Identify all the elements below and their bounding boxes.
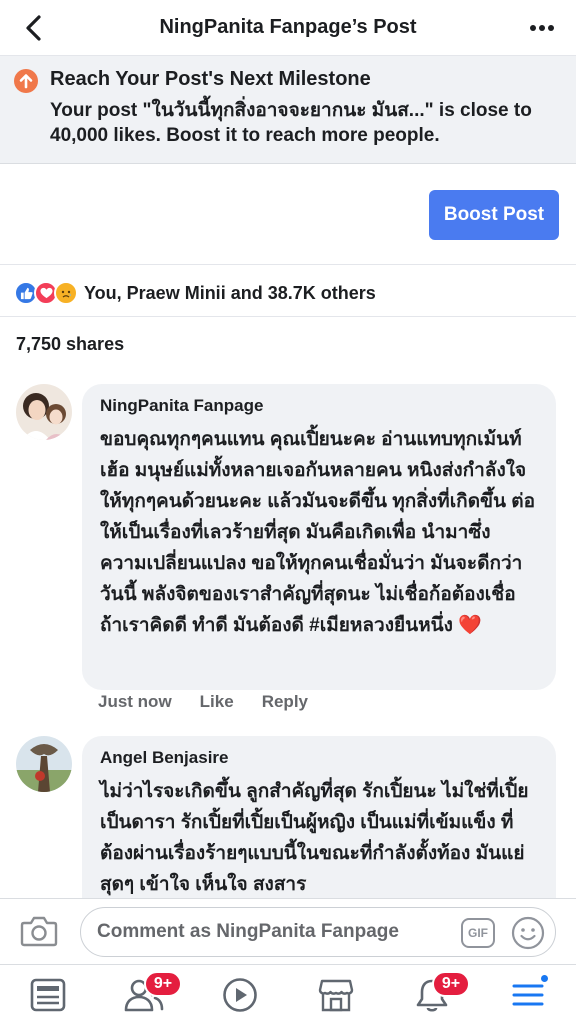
- emoji-button[interactable]: [511, 916, 545, 950]
- bottom-navigation: 9+ 9+: [0, 964, 576, 1024]
- nav-menu[interactable]: [508, 973, 550, 1015]
- divider: [0, 264, 576, 265]
- comment-author[interactable]: Angel Benjasire: [100, 748, 229, 768]
- camera-icon: [20, 916, 58, 947]
- camera-button[interactable]: [20, 913, 58, 949]
- avatar[interactable]: [16, 384, 72, 440]
- gif-button[interactable]: GIF: [461, 918, 495, 948]
- menu-icon: [512, 984, 544, 1006]
- marketplace-icon: [318, 979, 354, 1012]
- boost-post-button[interactable]: Boost Post: [429, 190, 559, 240]
- page-title: NingPanita Fanpage’s Post: [159, 16, 417, 38]
- more-options-button[interactable]: [528, 14, 556, 42]
- top-bar: NingPanita Fanpage’s Post: [0, 0, 576, 56]
- friends-badge: 9+: [144, 971, 182, 997]
- like-button[interactable]: Like: [200, 692, 234, 712]
- sad-reaction-icon: [54, 281, 78, 305]
- menu-indicator-dot: [539, 973, 550, 984]
- comment-bubble: NingPanita Fanpage ขอบคุณทุกๆคนแทน คุณเป…: [82, 384, 556, 690]
- nav-news-feed[interactable]: [28, 975, 68, 1015]
- reactions-summary[interactable]: You, Praew Minii and 38.7K others: [14, 281, 376, 305]
- reply-button[interactable]: Reply: [262, 692, 308, 712]
- comment-text: ขอบคุณทุกๆคนแทน คุณเปิ้ยนะคะ อ่านแทบทุกเ…: [100, 429, 536, 636]
- notifications-badge: 9+: [432, 971, 470, 997]
- avatar[interactable]: [16, 736, 72, 792]
- comment-actions: Just now Like Reply: [98, 692, 308, 712]
- comment-input[interactable]: Comment as NingPanita Fanpage GIF: [80, 907, 556, 957]
- reactions-text: You, Praew Minii and 38.7K others: [84, 282, 376, 303]
- divider: [0, 316, 576, 317]
- nav-watch[interactable]: [220, 975, 260, 1015]
- back-button[interactable]: [18, 12, 50, 44]
- comment-author[interactable]: NingPanita Fanpage: [100, 396, 263, 416]
- nav-notifications[interactable]: 9+: [412, 971, 470, 1015]
- milestone-description: Your post "ในวันนี้ทุกสิ่งอาจจะยากนะ มัน…: [50, 100, 532, 146]
- chevron-left-icon: [26, 15, 41, 41]
- news-feed-icon: [30, 978, 66, 1012]
- more-icon: [530, 25, 554, 31]
- comment-timestamp: Just now: [98, 692, 172, 711]
- nav-friends[interactable]: 9+: [124, 971, 182, 1015]
- play-icon: [223, 978, 257, 1012]
- nav-marketplace[interactable]: [316, 975, 356, 1015]
- milestone-banner: Reach Your Post's Next Milestone Your po…: [0, 56, 576, 164]
- comment-placeholder: Comment as NingPanita Fanpage: [97, 921, 399, 942]
- milestone-title: Reach Your Post's Next Milestone: [50, 68, 371, 90]
- smiley-icon: [511, 916, 545, 950]
- shares-count[interactable]: 7,750 shares: [16, 334, 124, 355]
- comment-composer: Comment as NingPanita Fanpage GIF: [0, 898, 576, 964]
- comment-text: ไม่ว่าไรจะเกิดขึ้น ลูกสำคัญที่สุด รักเปิ…: [100, 781, 529, 895]
- milestone-arrow-icon: [14, 69, 38, 93]
